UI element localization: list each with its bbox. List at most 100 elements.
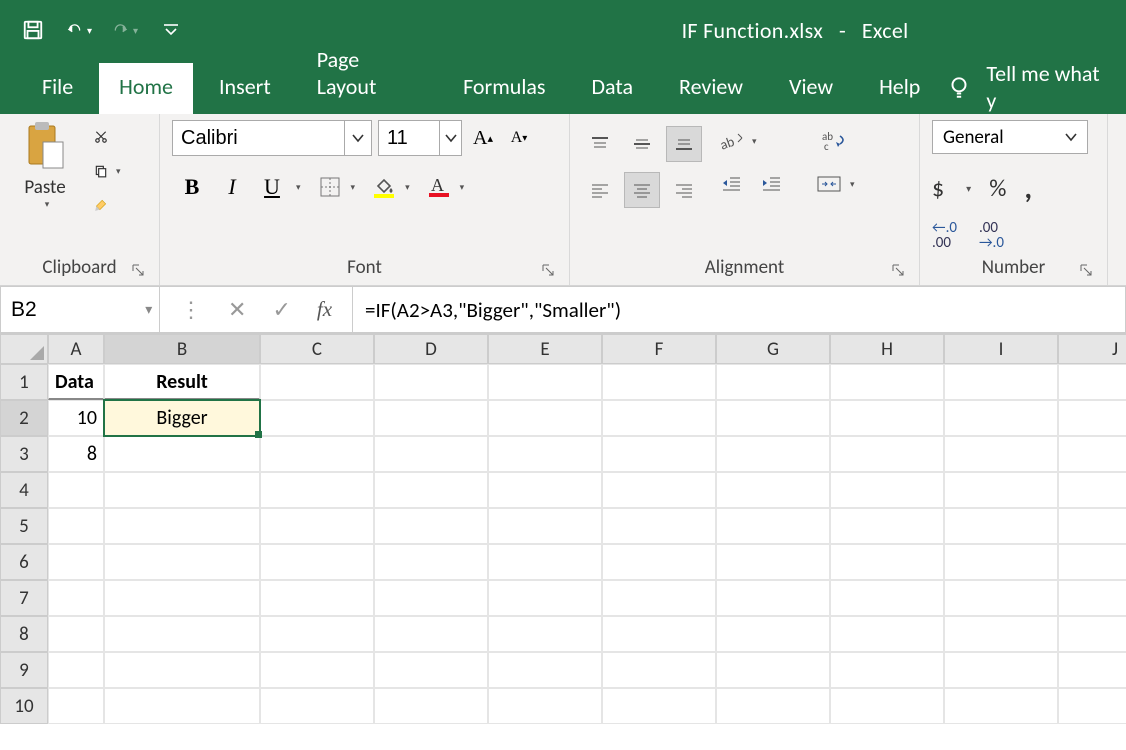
cell-B3[interactable] [104, 436, 260, 472]
increase-indent-button[interactable] [756, 170, 786, 196]
cell-J8[interactable] [1058, 616, 1126, 652]
tab-view[interactable]: View [769, 63, 853, 114]
cell-G4[interactable] [716, 472, 830, 508]
cell-C4[interactable] [260, 472, 374, 508]
col-header-E[interactable]: E [488, 334, 602, 364]
cell-D3[interactable] [374, 436, 488, 472]
enter-icon[interactable]: ✓ [272, 296, 290, 323]
font-dialog-launcher-icon[interactable] [541, 263, 557, 279]
cell-H2[interactable] [830, 400, 944, 436]
cell-C10[interactable] [260, 688, 374, 724]
name-box-input[interactable] [1, 298, 139, 322]
cell-C3[interactable] [260, 436, 374, 472]
increase-font-button[interactable]: A▴ [468, 123, 498, 153]
cell-D5[interactable] [374, 508, 488, 544]
cell-A10[interactable] [48, 688, 104, 724]
cell-D8[interactable] [374, 616, 488, 652]
cell-B2[interactable]: Bigger [104, 400, 260, 436]
cell-G9[interactable] [716, 652, 830, 688]
cell-A7[interactable] [48, 580, 104, 616]
cell-E9[interactable] [488, 652, 602, 688]
cell-J3[interactable] [1058, 436, 1126, 472]
fill-color-button[interactable] [367, 172, 401, 202]
save-icon[interactable] [20, 17, 46, 43]
cell-A3[interactable]: 8 [48, 436, 104, 472]
cell-F8[interactable] [602, 616, 716, 652]
spreadsheet-grid[interactable]: A B C D E F G H I J 1 Data Result 2 10 B… [0, 334, 1126, 724]
formula-bar[interactable]: =IF(A2>A3,"Bigger","Smaller") [352, 286, 1126, 333]
cell-D7[interactable] [374, 580, 488, 616]
cell-I1[interactable] [944, 364, 1058, 400]
cell-I5[interactable] [944, 508, 1058, 544]
alignment-dialog-launcher-icon[interactable] [891, 263, 907, 279]
col-header-D[interactable]: D [374, 334, 488, 364]
undo-icon[interactable]: ▾ [66, 17, 92, 43]
cell-C2[interactable] [260, 400, 374, 436]
fx-options-icon[interactable]: ⋮ [180, 296, 202, 323]
cell-G3[interactable] [716, 436, 830, 472]
name-box-dropdown-icon[interactable]: ▾ [139, 301, 159, 318]
cell-F4[interactable] [602, 472, 716, 508]
font-size-combo[interactable] [378, 120, 462, 156]
cell-D1[interactable] [374, 364, 488, 400]
cell-D9[interactable] [374, 652, 488, 688]
cell-J6[interactable] [1058, 544, 1126, 580]
number-dialog-launcher-icon[interactable] [1079, 263, 1095, 279]
tell-me-text[interactable]: Tell me what y [986, 60, 1104, 114]
qat-customize-icon[interactable] [158, 17, 184, 43]
cell-F9[interactable] [602, 652, 716, 688]
cell-J9[interactable] [1058, 652, 1126, 688]
tab-formulas[interactable]: Formulas [443, 63, 565, 114]
row-header-10[interactable]: 10 [0, 688, 48, 724]
cell-D10[interactable] [374, 688, 488, 724]
cell-B9[interactable] [104, 652, 260, 688]
cell-F2[interactable] [602, 400, 716, 436]
cell-J2[interactable] [1058, 400, 1126, 436]
cell-E6[interactable] [488, 544, 602, 580]
row-header-9[interactable]: 9 [0, 652, 48, 688]
cell-H1[interactable] [830, 364, 944, 400]
cell-A6[interactable] [48, 544, 104, 580]
percent-button[interactable]: % [989, 174, 1006, 203]
cell-F1[interactable] [602, 364, 716, 400]
font-color-button[interactable]: A [422, 171, 456, 203]
col-header-C[interactable]: C [260, 334, 374, 364]
row-header-3[interactable]: 3 [0, 436, 48, 472]
cell-G8[interactable] [716, 616, 830, 652]
cell-F3[interactable] [602, 436, 716, 472]
borders-button[interactable] [313, 172, 347, 202]
cell-G7[interactable] [716, 580, 830, 616]
paste-button[interactable]: Paste ▾ [12, 120, 78, 210]
cell-A5[interactable] [48, 508, 104, 544]
cell-C7[interactable] [260, 580, 374, 616]
decrease-indent-button[interactable] [716, 170, 746, 196]
cell-D6[interactable] [374, 544, 488, 580]
cell-F5[interactable] [602, 508, 716, 544]
cell-A8[interactable] [48, 616, 104, 652]
col-header-F[interactable]: F [602, 334, 716, 364]
tab-file[interactable]: File [22, 63, 93, 114]
cell-G5[interactable] [716, 508, 830, 544]
cell-F10[interactable] [602, 688, 716, 724]
cancel-icon[interactable]: ✕ [228, 296, 246, 323]
cell-E2[interactable] [488, 400, 602, 436]
bold-button[interactable]: B [172, 170, 212, 204]
cell-E10[interactable] [488, 688, 602, 724]
currency-button[interactable]: $ [932, 174, 944, 203]
decrease-font-button[interactable]: A▾ [504, 123, 534, 153]
col-header-G[interactable]: G [716, 334, 830, 364]
col-header-J[interactable]: J [1058, 334, 1126, 364]
font-name-combo[interactable] [172, 120, 372, 156]
cell-F7[interactable] [602, 580, 716, 616]
cell-E8[interactable] [488, 616, 602, 652]
cell-J1[interactable] [1058, 364, 1126, 400]
tab-review[interactable]: Review [659, 63, 763, 114]
cell-D4[interactable] [374, 472, 488, 508]
cut-button[interactable] [90, 126, 112, 148]
number-format-combo[interactable]: General [932, 120, 1088, 154]
align-left-button[interactable] [582, 172, 618, 208]
cell-B4[interactable] [104, 472, 260, 508]
tab-page-layout[interactable]: Page Layout [297, 36, 437, 114]
cell-E7[interactable] [488, 580, 602, 616]
align-middle-button[interactable] [624, 126, 660, 162]
